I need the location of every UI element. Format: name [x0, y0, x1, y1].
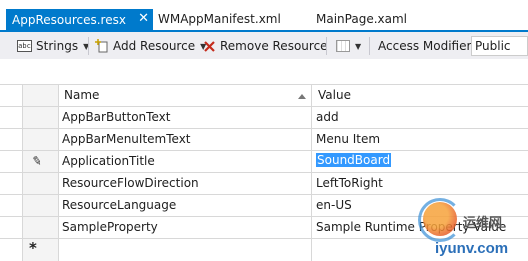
add-resource-button[interactable]: Add Resource ▼ — [92, 35, 209, 57]
grid-line — [311, 84, 312, 261]
tab-appresources[interactable]: AppResources.resx ✕ — [6, 9, 153, 31]
tab-wmappmanifest[interactable]: WMAppManifest.xml — [158, 12, 281, 26]
access-modifier-value: Public — [475, 39, 511, 53]
remove-icon — [203, 40, 216, 53]
toolbar-separator — [369, 37, 370, 55]
tab-mainpage[interactable]: MainPage.xaml — [316, 12, 407, 26]
row-value-cell[interactable]: en-US — [316, 198, 352, 212]
remove-resource-button[interactable]: Remove Resource — [200, 35, 331, 57]
row-value-cell[interactable]: Menu Item — [316, 132, 380, 146]
column-header-value-label: Value — [318, 88, 351, 102]
row-value-cell[interactable]: add — [316, 110, 339, 124]
row-name-cell[interactable]: AppBarMenuItemText — [62, 132, 191, 146]
document-tab-strip: AppResources.resx ✕ WMAppManifest.xml Ma… — [0, 0, 528, 31]
resource-toolbar: abc Strings ▼ Add Resource ▼ Remove Reso… — [0, 32, 528, 59]
toolbar-separator — [326, 37, 327, 55]
access-modifier-label: Access Modifier: — [378, 39, 476, 53]
access-modifier-select[interactable]: Public — [471, 36, 528, 56]
grid-line — [0, 106, 528, 107]
remove-resource-label: Remove Resource — [220, 39, 328, 53]
chevron-down-icon: ▼ — [355, 41, 362, 51]
watermark-cn-text: 运维网 — [463, 216, 503, 231]
add-resource-icon — [95, 39, 109, 53]
add-resource-label: Add Resource — [113, 39, 196, 53]
close-tab-icon[interactable]: ✕ — [138, 12, 149, 26]
column-header-value[interactable]: Value — [318, 84, 351, 106]
row-name-cell[interactable]: ApplicationTitle — [62, 154, 155, 168]
grid-line — [0, 128, 528, 129]
watermark-logo: 运维网 iyunv.com — [403, 198, 528, 261]
grid-line — [22, 84, 23, 261]
row-name-cell[interactable]: ResourceLanguage — [62, 198, 176, 212]
grid-line — [58, 84, 59, 261]
row-name-cell[interactable]: AppBarButtonText — [62, 110, 170, 124]
grid-line — [0, 84, 528, 85]
grid-line — [0, 150, 528, 151]
row-value-cell-editing[interactable]: SoundBoard — [316, 153, 392, 167]
column-header-name[interactable]: Name — [64, 84, 99, 106]
toolbar-separator — [88, 37, 89, 55]
grid-line — [0, 172, 528, 173]
watermark-url-text: iyunv.com — [435, 240, 509, 257]
tab-label: AppResources.resx — [12, 13, 126, 27]
row-name-cell[interactable]: SampleProperty — [62, 220, 158, 234]
selected-value-text[interactable]: SoundBoard — [316, 153, 392, 167]
new-row-asterisk-icon: * — [29, 239, 37, 257]
row-value-cell[interactable]: LeftToRight — [316, 176, 383, 190]
grid-view-icon — [336, 40, 350, 52]
watermark-disc — [423, 202, 457, 236]
strings-dropdown-button[interactable]: abc Strings ▼ — [14, 35, 92, 57]
column-header-name-label: Name — [64, 88, 100, 102]
view-options-button[interactable]: ▼ — [333, 35, 364, 57]
sort-ascending-icon — [298, 94, 306, 99]
row-name-cell[interactable]: ResourceFlowDirection — [62, 176, 199, 190]
grid-line — [0, 194, 528, 195]
strings-label: Strings — [36, 39, 79, 53]
strings-icon: abc — [17, 40, 32, 52]
